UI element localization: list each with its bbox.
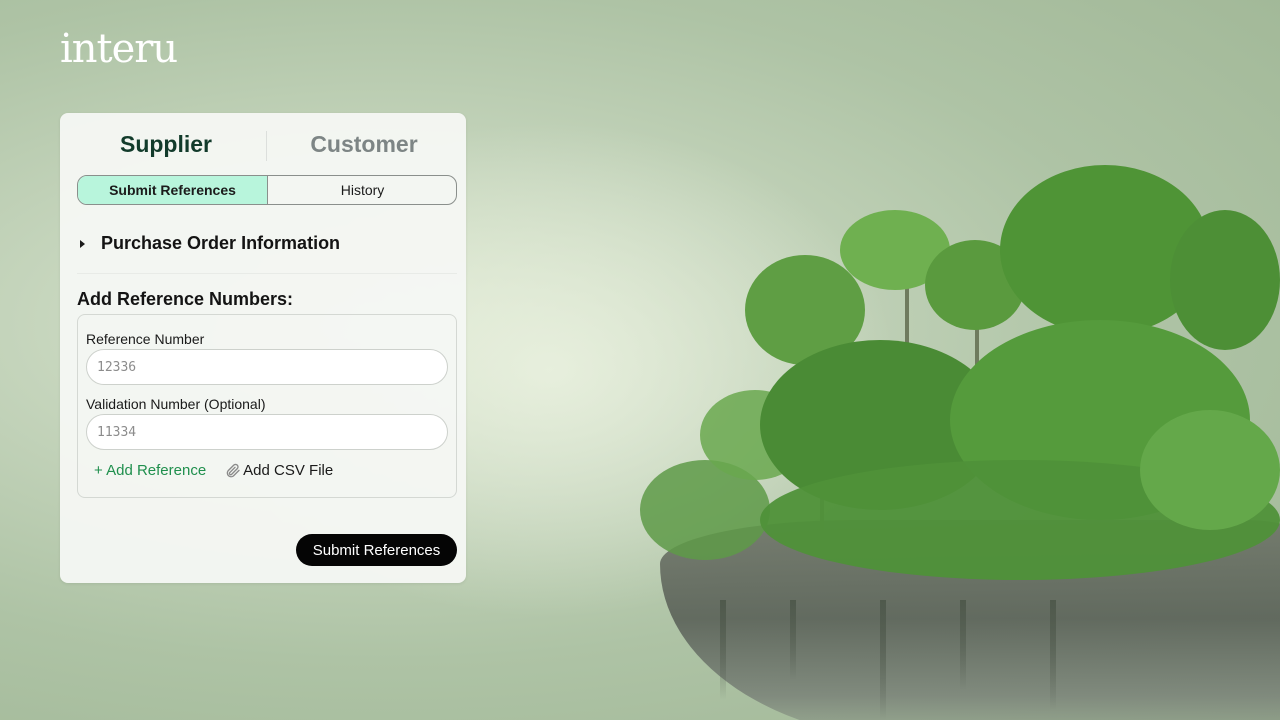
interu-logo: interu (60, 26, 178, 72)
role-tabs: Supplier Customer (60, 113, 466, 175)
add-csv-label: Add CSV File (243, 461, 334, 479)
purchase-order-toggle[interactable]: Purchase Order Information (77, 233, 340, 254)
reference-entry-box: Reference Number Validation Number (Opti… (77, 314, 457, 498)
paperclip-icon (226, 463, 240, 478)
entry-actions: + Add Reference Add CSV File (94, 461, 333, 479)
tab-supplier[interactable]: Supplier (66, 131, 266, 158)
validation-number-label: Validation Number (Optional) (86, 396, 266, 412)
divider (77, 273, 457, 274)
purchase-order-label: Purchase Order Information (101, 233, 341, 253)
validation-number-input[interactable] (86, 414, 448, 450)
reference-number-label: Reference Number (86, 331, 205, 347)
caret-right-icon (80, 239, 85, 248)
reference-number-input[interactable] (86, 349, 448, 385)
tab-customer[interactable]: Customer (264, 131, 464, 158)
subtab-switcher: Submit References History (77, 175, 457, 205)
add-reference-button[interactable]: + Add Reference (94, 462, 206, 479)
reference-panel: Supplier Customer Submit References Hist… (60, 113, 466, 583)
add-reference-title: Add Reference Numbers: (77, 289, 294, 309)
add-csv-button[interactable]: Add CSV File (224, 461, 333, 479)
tab-submit-references[interactable]: Submit References (78, 176, 268, 204)
submit-references-button[interactable]: Submit References (296, 534, 457, 566)
tab-history[interactable]: History (268, 176, 456, 204)
